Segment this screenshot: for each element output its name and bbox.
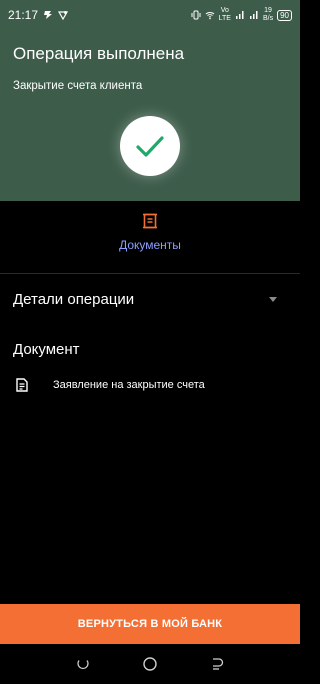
status-time: 21:17 — [8, 8, 39, 22]
lte-label: LTE — [218, 15, 231, 22]
operation-subtitle: Закрытие счета клиента — [13, 80, 143, 92]
page-title: Операция выполнена — [13, 44, 185, 63]
document-heading: Документ — [13, 341, 80, 358]
bolt-icon — [44, 11, 53, 19]
tab-documents[interactable]: Документы — [0, 201, 300, 273]
home-icon — [143, 657, 157, 671]
signal-icon — [235, 11, 244, 19]
signal-icon-2 — [249, 11, 258, 19]
success-header: Операция выполнена Закрытие счета клиент… — [0, 30, 300, 201]
operation-details-toggle[interactable]: Детали операции — [0, 282, 300, 316]
home-button[interactable] — [142, 656, 158, 672]
document-item[interactable]: Заявление на закрытие счета — [0, 372, 300, 398]
tab-documents-label: Документы — [119, 238, 181, 252]
document-icon — [16, 378, 28, 392]
divider — [0, 273, 300, 274]
battery-indicator: 90 — [277, 9, 292, 21]
status-bar: 21:17 Vo LTE 19 B/s 90 — [0, 0, 300, 30]
documents-tab-icon — [143, 213, 157, 229]
return-to-bank-button[interactable]: ВЕРНУТЬСЯ В МОЙ БАНК — [0, 604, 300, 644]
back-icon — [212, 658, 223, 670]
speed-value: 19 — [264, 7, 272, 14]
wifi-icon — [205, 12, 214, 20]
lte-indicator: Vo LTE — [219, 7, 231, 23]
back-button[interactable] — [209, 656, 225, 672]
system-nav-bar — [0, 644, 300, 684]
vibrate-icon — [191, 10, 201, 20]
success-badge — [120, 116, 180, 176]
recent-apps-button[interactable] — [75, 656, 91, 672]
net-speed: 19 B/s — [263, 7, 273, 23]
status-left: 21:17 — [8, 8, 69, 22]
chevron-down-icon — [269, 296, 277, 302]
recent-apps-icon — [77, 660, 89, 670]
status-right: Vo LTE 19 B/s 90 — [191, 7, 292, 23]
document-name: Заявление на закрытие счета — [53, 379, 205, 391]
operation-details-label: Детали операции — [13, 290, 135, 308]
volte-label: Vo — [220, 7, 229, 14]
checkmark-icon — [136, 136, 164, 157]
vpn-icon — [58, 11, 69, 20]
speed-unit: B/s — [262, 15, 274, 22]
